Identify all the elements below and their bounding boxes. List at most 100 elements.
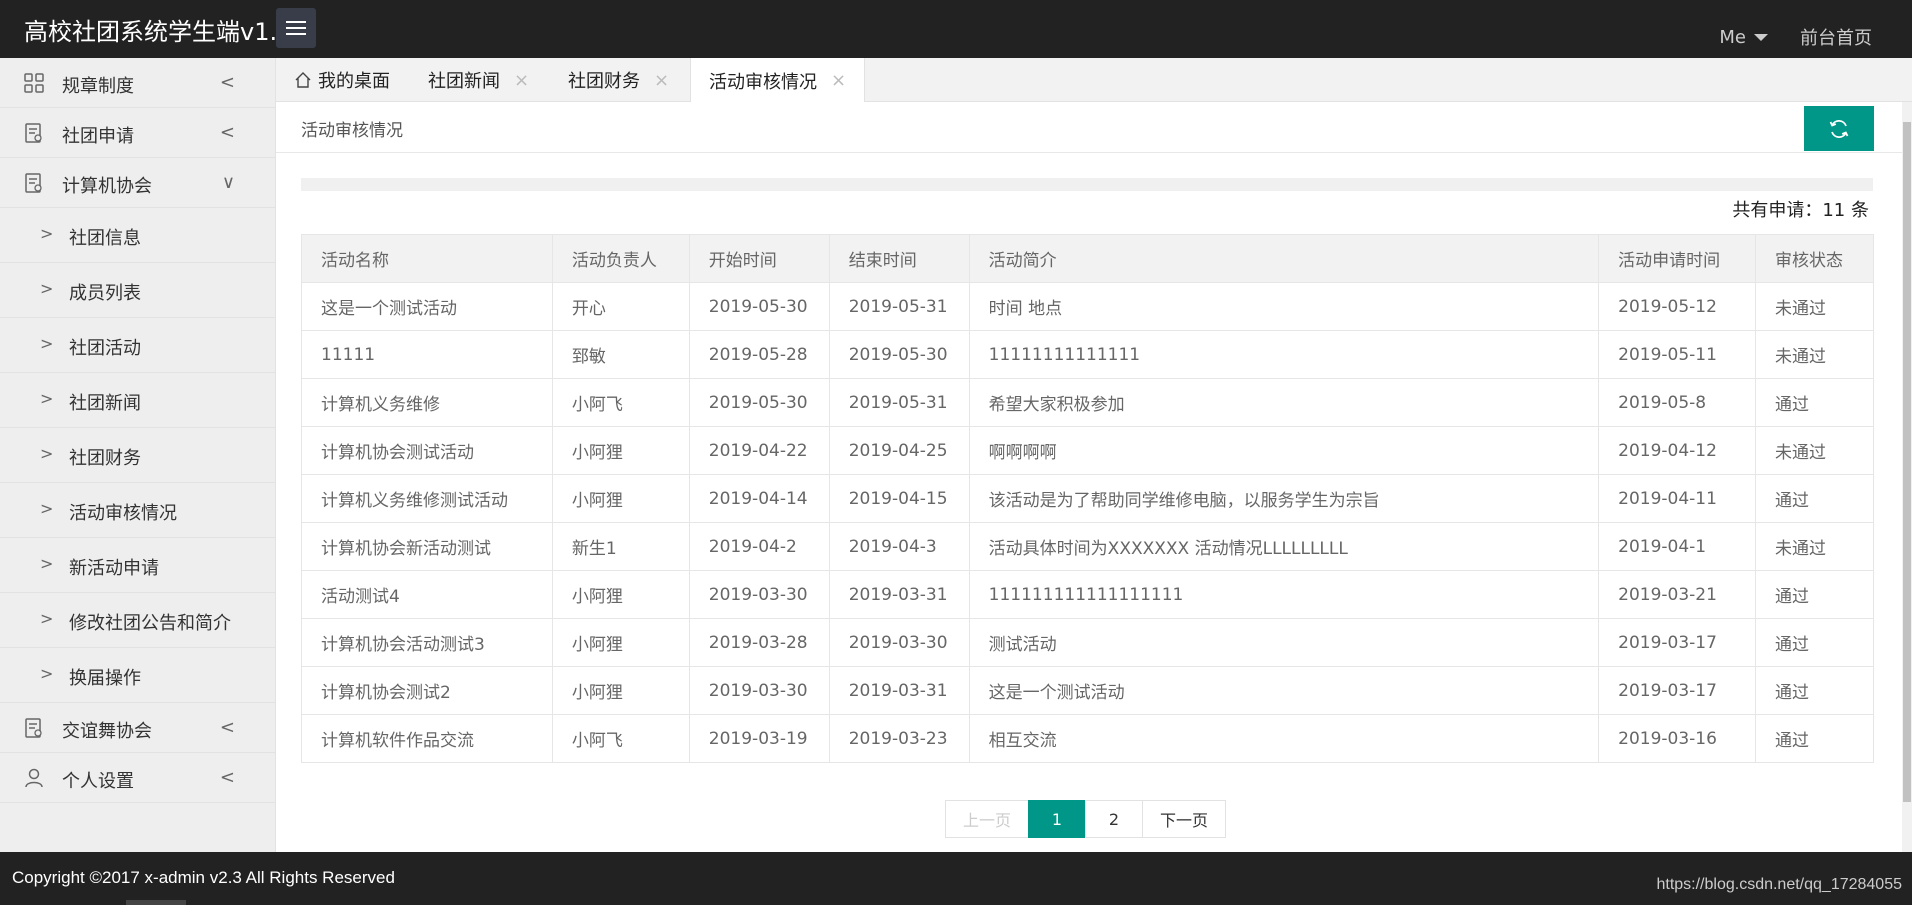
- document-icon: [25, 173, 42, 193]
- table-cell: 小阿飞: [551, 378, 690, 427]
- table-cell: 希望大家积极参加: [968, 378, 1600, 427]
- sidebar-subitem-label: 社团财务: [69, 448, 141, 469]
- sidebar-subitem-handover[interactable]: > 换届操作: [0, 648, 275, 703]
- sidebar-item-personal-settings[interactable]: 个人设置 <: [0, 753, 275, 803]
- sidebar-item-dance-association[interactable]: 交谊舞协会 <: [0, 703, 275, 753]
- footer: Copyright ©2017 x-admin v2.3 All Rights …: [0, 852, 1912, 905]
- table-cell: 相互交流: [968, 714, 1600, 763]
- chevron-left-icon: <: [219, 767, 235, 788]
- sidebar-subitem-club-news[interactable]: > 社团新闻: [0, 373, 275, 428]
- table-cell: 2019-03-30: [688, 666, 830, 715]
- status-cell: 通过: [1755, 378, 1874, 427]
- table-row: 11111 郅敏 2019-05-28 2019-05-30 111111111…: [301, 330, 1874, 379]
- chevron-left-icon: <: [219, 122, 235, 143]
- document-icon: [25, 123, 42, 143]
- table-cell: 啊啊啊啊: [968, 426, 1600, 475]
- next-page-button[interactable]: 下一页: [1142, 800, 1226, 838]
- pagination: 上一页 1 2 下一页: [945, 800, 1226, 838]
- table-cell: 小阿狸: [551, 474, 690, 523]
- close-icon[interactable]: ×: [514, 70, 529, 91]
- hamburger-icon: [286, 21, 306, 23]
- table-cell: 计算机义务维修测试活动: [301, 474, 553, 523]
- table-cell: 2019-05-31: [828, 282, 970, 331]
- chevron-right-icon: >: [40, 279, 54, 298]
- sidebar-item-label: 规章制度: [62, 76, 134, 97]
- menu-toggle-button[interactable]: [276, 8, 316, 48]
- sidebar-subitem-club-info[interactable]: > 社团信息: [0, 208, 275, 263]
- sidebar-subitem-label: 社团新闻: [69, 393, 141, 414]
- chevron-right-icon: >: [40, 224, 54, 243]
- tab-label: 社团财务: [568, 71, 640, 92]
- user-menu[interactable]: Me: [1719, 27, 1768, 48]
- table-cell: 新生1: [551, 522, 690, 571]
- sidebar-subitem-edit-notice[interactable]: > 修改社团公告和简介: [0, 593, 275, 648]
- sidebar-subitem-new-activity[interactable]: > 新活动申请: [0, 538, 275, 593]
- sidebar-subitem-activity-review[interactable]: > 活动审核情况: [0, 483, 275, 538]
- status-cell: 通过: [1755, 714, 1874, 763]
- app-title[interactable]: 高校社团系统学生端v1.0: [24, 12, 292, 47]
- tab-my-desktop[interactable]: 我的桌面: [294, 58, 390, 102]
- page-button[interactable]: 2: [1085, 800, 1143, 838]
- sidebar-subitem-club-activities[interactable]: > 社团活动: [0, 318, 275, 373]
- table-cell: 2019-04-11: [1598, 474, 1757, 523]
- sidebar-subitem-label: 修改社团公告和简介: [69, 613, 231, 634]
- vertical-scrollbar[interactable]: [1902, 102, 1912, 852]
- table-row: 计算机协会测试活动 小阿狸 2019-04-22 2019-04-25 啊啊啊啊…: [301, 426, 1874, 475]
- table-cell: 小阿飞: [551, 714, 690, 763]
- page-button-current[interactable]: 1: [1028, 800, 1086, 838]
- table-cell: 小阿狸: [551, 570, 690, 619]
- close-icon[interactable]: ×: [831, 70, 846, 91]
- table-cell: 该活动是为了帮助同学维修电脑，以服务学生为宗旨: [968, 474, 1600, 523]
- table-cell: 这是一个测试活动: [968, 666, 1600, 715]
- home-link[interactable]: 前台首页: [1800, 24, 1872, 50]
- sidebar-item-rules[interactable]: 规章制度 <: [0, 58, 275, 108]
- sidebar-item-label: 交谊舞协会: [62, 721, 152, 742]
- sidebar-item-computer-association[interactable]: 计算机协会 ∨: [0, 158, 275, 208]
- close-icon[interactable]: ×: [654, 70, 669, 91]
- sidebar-subitem-label: 成员列表: [69, 283, 141, 304]
- sidebar-subitem-member-list[interactable]: > 成员列表: [0, 263, 275, 318]
- tab-club-news[interactable]: 社团新闻 ×: [428, 58, 529, 102]
- table-cell: 2019-04-14: [688, 474, 830, 523]
- tab-label: 我的桌面: [318, 71, 390, 92]
- activity-review-table: 活动名称 活动负责人 开始时间 结束时间 活动简介 活动申请时间 审核状态 这是…: [301, 234, 1874, 763]
- sidebar-item-club-apply[interactable]: 社团申请 <: [0, 108, 275, 158]
- table-cell: 2019-04-25: [828, 426, 970, 475]
- chevron-right-icon: >: [40, 389, 54, 408]
- sidebar: 规章制度 < 社团申请 < 计算机协会 ∨ > 社团信息 > 成员列表 > 社团…: [0, 58, 276, 852]
- tab-activity-review[interactable]: 活动审核情况 ×: [690, 58, 866, 103]
- table-cell: 计算机软件作品交流: [301, 714, 553, 763]
- table-cell: 时间 地点: [968, 282, 1600, 331]
- status-cell: 未通过: [1755, 330, 1874, 379]
- footer-divider: [126, 900, 186, 905]
- prev-page-button[interactable]: 上一页: [945, 800, 1029, 838]
- table-cell: 2019-04-15: [828, 474, 970, 523]
- table-cell: 11111: [301, 330, 553, 379]
- table-cell: 2019-03-17: [1598, 666, 1757, 715]
- table-cell: 2019-05-12: [1598, 282, 1757, 331]
- table-row: 计算机协会测试2 小阿狸 2019-03-30 2019-03-31 这是一个测…: [301, 666, 1874, 715]
- table-cell: 这是一个测试活动: [301, 282, 553, 331]
- table-row: 计算机软件作品交流 小阿飞 2019-03-19 2019-03-23 相互交流…: [301, 714, 1874, 763]
- status-cell: 通过: [1755, 474, 1874, 523]
- table-cell: 开心: [551, 282, 690, 331]
- status-cell: 通过: [1755, 618, 1874, 667]
- table-cell: 2019-04-2: [688, 522, 830, 571]
- sidebar-item-label: 社团申请: [62, 126, 134, 147]
- table-row: 计算机义务维修测试活动 小阿狸 2019-04-14 2019-04-15 该活…: [301, 474, 1874, 523]
- chevron-right-icon: >: [40, 444, 54, 463]
- sidebar-item-label: 个人设置: [62, 771, 134, 792]
- sidebar-subitem-club-finance[interactable]: > 社团财务: [0, 428, 275, 483]
- table-cell: 计算机义务维修: [301, 378, 553, 427]
- table-cell: 2019-04-12: [1598, 426, 1757, 475]
- table-cell: 2019-05-30: [688, 282, 830, 331]
- table-cell: 2019-05-28: [688, 330, 830, 379]
- chevron-right-icon: >: [40, 554, 54, 573]
- scrollbar-thumb[interactable]: [1903, 122, 1911, 802]
- grid-icon: [24, 73, 44, 93]
- table-cell: 2019-03-28: [688, 618, 830, 667]
- refresh-button[interactable]: [1804, 106, 1874, 151]
- tab-club-finance[interactable]: 社团财务 ×: [568, 58, 669, 102]
- table-row: 这是一个测试活动 开心 2019-05-30 2019-05-31 时间 地点 …: [301, 282, 1874, 331]
- copyright-text: Copyright ©2017 x-admin v2.3 All Rights …: [12, 868, 395, 887]
